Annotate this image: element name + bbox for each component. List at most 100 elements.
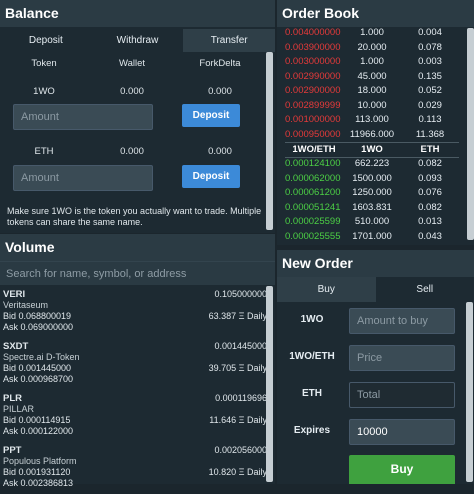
- col-token: Token: [0, 54, 88, 73]
- token-name: 1WO: [0, 82, 88, 101]
- order-side-tabs: Buy Sell: [277, 277, 474, 302]
- token-ask: Ask 0.069000000: [3, 322, 73, 332]
- order-token-amount: 11966.000: [343, 128, 401, 143]
- orderbook-title: Order Book: [277, 0, 474, 27]
- order-row[interactable]: 0.0040000001.0000.004: [285, 26, 459, 41]
- forkdelta-balance: 0.000: [176, 82, 264, 101]
- volume-list: VERI Veritaseum Bid 0.068800019 Ask 0.06…: [3, 286, 267, 494]
- orderbook-panel: Order Book 0.0040000001.0000.0040.003900…: [277, 0, 474, 245]
- order-eth-amount: 0.003: [401, 55, 459, 70]
- order-token-amount: 1.000: [343, 55, 401, 70]
- order-eth-amount: 0.078: [401, 41, 459, 56]
- col-price: 1WO/ETH: [285, 143, 343, 158]
- order-eth-amount: 0.052: [401, 84, 459, 99]
- balance-scrollbar[interactable]: [266, 52, 273, 230]
- order-row[interactable]: 0.0030000001.0000.003: [285, 55, 459, 70]
- balance-row-eth: ETH 0.000 0.000: [0, 142, 264, 161]
- token-symbol: PLR: [3, 393, 22, 404]
- expires-label: Expires: [277, 425, 347, 436]
- token-symbol: SXDT: [3, 341, 28, 352]
- order-row[interactable]: 0.00289999910.0000.029: [285, 99, 459, 114]
- tab-deposit[interactable]: Deposit: [0, 29, 92, 52]
- balance-header-row: Token Wallet ForkDelta: [0, 54, 264, 73]
- token-name: Populous Platform: [3, 456, 77, 466]
- neworder-title: New Order: [277, 250, 474, 277]
- token-name: PILLAR: [3, 404, 34, 414]
- balance-panel: Balance Deposit Withdraw Transfer Token …: [0, 0, 275, 233]
- token-daily-volume: 39.705 Ξ Daily: [209, 363, 267, 373]
- token-price: 0.000119696: [215, 393, 267, 403]
- neworder-scrollbar[interactable]: [466, 302, 473, 482]
- deposit-button-eth[interactable]: Deposit: [182, 165, 240, 188]
- order-token-amount: 1250.000: [343, 186, 401, 201]
- token-price: 0.001445000: [214, 341, 267, 351]
- amount-to-buy-input[interactable]: Amount to buy: [349, 308, 455, 334]
- order-row[interactable]: 0.000025599510.0000.013: [285, 215, 459, 230]
- amount-label: 1WO: [277, 314, 347, 325]
- tab-withdraw[interactable]: Withdraw: [92, 29, 184, 52]
- order-price: 0.000061200: [285, 186, 343, 201]
- order-eth-amount: 0.093: [401, 172, 459, 187]
- order-eth-amount: 0.113: [401, 113, 459, 128]
- order-row[interactable]: 0.0000512411603.8310.082: [285, 201, 459, 216]
- token-daily-volume: 10.820 Ξ Daily: [209, 467, 267, 477]
- token-bid: Bid 0.000114915: [3, 415, 70, 425]
- balance-row-1wo: 1WO 0.000 0.000: [0, 82, 264, 101]
- order-row[interactable]: 0.00390000020.0000.078: [285, 41, 459, 56]
- order-eth-amount: 0.135: [401, 70, 459, 85]
- order-price: 0.002899999: [285, 99, 343, 114]
- order-price: 0.003000000: [285, 55, 343, 70]
- order-row[interactable]: 0.0000255551701.0000.043: [285, 230, 459, 245]
- buy-button[interactable]: Buy: [349, 455, 455, 484]
- wallet-balance: 0.000: [88, 142, 176, 161]
- order-eth-amount: 0.013: [401, 215, 459, 230]
- orderbook-header: 1WO/ETH 1WO ETH: [285, 142, 459, 158]
- token-bid: Bid 0.001931120: [3, 467, 70, 477]
- order-row[interactable]: 0.00299000045.0000.135: [285, 70, 459, 85]
- expires-input[interactable]: 10000: [349, 419, 455, 445]
- token-daily-volume: 11.646 Ξ Daily: [209, 415, 267, 425]
- order-row[interactable]: 0.0000612001250.0000.076: [285, 186, 459, 201]
- tab-buy[interactable]: Buy: [277, 277, 376, 302]
- order-token-amount: 18.000: [343, 84, 401, 99]
- token-daily-volume: 63.387 Ξ Daily: [209, 311, 267, 321]
- orderbook-scrollbar[interactable]: [467, 28, 474, 240]
- order-price: 0.000950000: [285, 128, 343, 143]
- order-row[interactable]: 0.000124100662.2230.082: [285, 157, 459, 172]
- token-bid: Bid 0.068800019: [3, 311, 71, 321]
- order-token-amount: 45.000: [343, 70, 401, 85]
- order-token-amount: 662.223: [343, 157, 401, 172]
- order-row[interactable]: 0.00095000011966.00011.368: [285, 128, 459, 143]
- token-name: ETH: [0, 142, 88, 161]
- order-price: 0.002990000: [285, 70, 343, 85]
- amount-input-eth[interactable]: Amount: [13, 165, 153, 191]
- balance-tabs: Deposit Withdraw Transfer: [0, 29, 275, 52]
- order-row[interactable]: 0.0000620001500.0000.093: [285, 172, 459, 187]
- balance-note: Make sure 1WO is the token you actually …: [7, 206, 262, 228]
- list-item[interactable]: VERI Veritaseum Bid 0.068800019 Ask 0.06…: [3, 286, 267, 338]
- amount-input-1wo[interactable]: Amount: [13, 104, 153, 130]
- list-item[interactable]: PLR PILLAR Bid 0.000114915 Ask 0.0001220…: [3, 390, 267, 442]
- token-search-input[interactable]: Search for name, symbol, or address: [0, 261, 275, 285]
- order-token-amount: 20.000: [343, 41, 401, 56]
- list-item[interactable]: SXDT Spectre.ai D-Token Bid 0.001445000 …: [3, 338, 267, 390]
- volume-panel: Volume Search for name, symbol, or addre…: [0, 234, 275, 484]
- col-eth: ETH: [401, 143, 459, 158]
- price-input[interactable]: Price: [349, 345, 455, 371]
- deposit-button-1wo[interactable]: Deposit: [182, 104, 240, 127]
- tab-transfer[interactable]: Transfer: [183, 29, 275, 52]
- token-bid: Bid 0.001445000: [3, 363, 71, 373]
- order-row[interactable]: 0.001000000113.0000.113: [285, 113, 459, 128]
- total-label: ETH: [277, 388, 347, 399]
- volume-scrollbar[interactable]: [266, 286, 273, 482]
- order-row[interactable]: 0.00290000018.0000.052: [285, 84, 459, 99]
- list-item[interactable]: PPT Populous Platform Bid 0.001931120 As…: [3, 442, 267, 494]
- order-eth-amount: 0.076: [401, 186, 459, 201]
- order-token-amount: 1500.000: [343, 172, 401, 187]
- token-price: 0.002056000: [214, 445, 267, 455]
- sell-orders: 0.0040000001.0000.0040.00390000020.0000.…: [285, 26, 459, 142]
- token-price: 0.105000000: [214, 289, 267, 299]
- total-input[interactable]: Total: [349, 382, 455, 408]
- order-price: 0.000051241: [285, 201, 343, 216]
- tab-sell[interactable]: Sell: [376, 277, 474, 302]
